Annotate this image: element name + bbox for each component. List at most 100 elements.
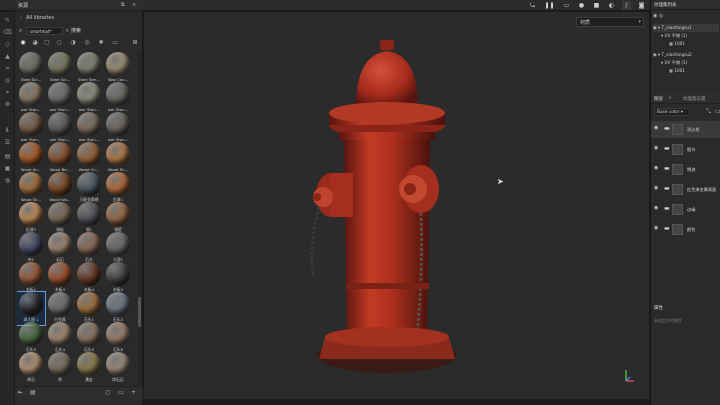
material-thumbnail[interactable]: Wood Sh... [17, 172, 45, 205]
assets-panel-icon[interactable]: ⇩ [3, 126, 12, 135]
layer-row[interactable]: ◉ ▬ 边缘 [651, 201, 720, 218]
3d-viewport[interactable]: 材质 ▾ ➤ [144, 12, 649, 399]
material-thumbnail[interactable]: wer Ston... [17, 82, 45, 115]
material-thumbnail[interactable]: 地板 [46, 202, 74, 235]
layer-row[interactable]: ◉ ▬ 消火栓 [651, 121, 720, 138]
paint-tool-icon[interactable]: ✎ [3, 16, 12, 25]
picker-tool-icon[interactable]: ⌖ [3, 88, 12, 97]
filter-mask-icon[interactable]: ◑ [69, 39, 77, 47]
reset-icon[interactable]: ⤿ [528, 1, 537, 10]
tab-layers[interactable]: 图层 [654, 96, 663, 102]
search-button[interactable]: 搜索 [71, 27, 81, 35]
material-thumbnail[interactable]: Steel Tam... [75, 52, 103, 85]
close-icon[interactable]: × [132, 2, 136, 8]
material-thumbnail[interactable]: wer Ston... [75, 82, 103, 115]
material-thumbnail[interactable]: wer Ston... [46, 82, 74, 115]
smudge-tool-icon[interactable]: ≈ [3, 64, 12, 73]
eye-icon[interactable]: ◉ [654, 226, 658, 231]
viewport-mode-icon[interactable]: ▭ [562, 1, 571, 10]
material-thumbnail[interactable]: 石头 [75, 232, 103, 265]
filter-material-icon[interactable]: ◕ [31, 39, 39, 47]
eye-icon[interactable]: ◉ [653, 52, 657, 57]
material-thumbnail[interactable]: Wood Wa... [46, 172, 74, 205]
material-thumbnail[interactable]: 白金属 [46, 292, 74, 325]
material-thumbnail[interactable]: 布1 [17, 232, 45, 265]
eraser-tool-icon[interactable]: ⌫ [3, 28, 12, 37]
camera-video-icon[interactable]: ■ [592, 1, 601, 10]
layer-row[interactable]: ◉ ▬ 锈迹 [651, 161, 720, 178]
material-thumbnail[interactable]: 石头5 [75, 322, 103, 355]
tile-row[interactable]: ▦ 1001 [653, 67, 719, 75]
import-icon[interactable]: ⇤ [18, 390, 23, 396]
eye-icon[interactable]: ◉ [654, 166, 658, 171]
material-thumbnail[interactable]: 墙壁 [104, 202, 132, 235]
clear-search-icon[interactable]: × [65, 27, 69, 35]
material-thumbnail[interactable]: 木板5 [104, 262, 132, 295]
material-thumbnail[interactable]: 石头1 [75, 292, 103, 325]
eye-icon[interactable]: ◉ [654, 206, 658, 211]
filter-generator-icon[interactable]: ✺ [97, 39, 105, 47]
material-thumbnail[interactable]: 万能金属锈 [75, 172, 103, 205]
material-thumbnail[interactable]: wer Ston... [46, 112, 74, 145]
material-thumbnail[interactable]: Wood Sh... [104, 142, 132, 175]
polygon-fill-icon[interactable]: ▲ [3, 52, 12, 61]
material-thumbnail[interactable]: 墙1 [75, 202, 103, 235]
eye-alt-icon[interactable]: ◎ [659, 13, 663, 19]
bake-tool-icon[interactable]: ⚙ [3, 100, 12, 109]
layer-row[interactable]: ◉ ▬ 细节 [651, 141, 720, 158]
search-input[interactable] [27, 27, 63, 35]
filter-all-icon[interactable]: ◉ [19, 39, 27, 47]
channel-select[interactable]: Base color ▾ [654, 108, 690, 116]
undock-icon[interactable]: ⧉ [121, 2, 125, 8]
filter-texture-icon[interactable]: ◎ [83, 39, 91, 47]
eye-icon[interactable]: ◉ [654, 186, 658, 191]
eye-icon[interactable]: ◉ [653, 25, 657, 30]
bake-icon[interactable]: ◐ [607, 1, 616, 10]
tile-row[interactable]: ▦ 1001 [653, 40, 719, 48]
projection-tool-icon[interactable]: ◇ [3, 40, 12, 49]
material-thumbnail[interactable]: 岩石 [46, 232, 74, 265]
sphere-view-icon[interactable]: ● [577, 1, 586, 10]
add-layer-icon[interactable]: ▭ [715, 108, 720, 116]
clone-tool-icon[interactable]: ◎ [3, 76, 12, 85]
add-icon[interactable]: + [131, 390, 136, 396]
material-thumbnail[interactable]: 砖 [46, 352, 74, 385]
tab-close-icon[interactable]: × [668, 96, 672, 101]
chevron-down-icon[interactable]: ▾ [658, 25, 660, 30]
material-thumbnail[interactable]: 旧漆2 [17, 202, 45, 235]
scrollbar-thumb[interactable] [138, 297, 141, 327]
material-thumbnail[interactable]: 润大理 1 [17, 291, 46, 326]
material-thumbnail[interactable]: wer Ston... [104, 112, 132, 145]
uv-row[interactable]: ▾ UV 平铺 (1) [653, 32, 719, 40]
material-thumbnail[interactable]: Wax Can... [104, 52, 132, 85]
grid-view-icon[interactable]: ⊞ [131, 39, 139, 47]
material-thumbnail[interactable]: 木板3 [46, 262, 74, 295]
material-thumbnail[interactable]: 旧漆1 [104, 172, 132, 205]
display-settings-icon[interactable]: ▣ [3, 164, 12, 173]
new-folder-icon[interactable]: ▭ [118, 390, 124, 396]
new-folder-circle-icon[interactable]: ○ [105, 390, 110, 396]
material-thumbnail[interactable]: Wood Ch... [75, 142, 103, 175]
material-thumbnail[interactable]: 石头4 [46, 322, 74, 355]
add-effect-icon[interactable]: ⤡ [706, 108, 711, 116]
library-icon[interactable]: ▤ [30, 390, 36, 396]
shader-settings-icon[interactable]: ◍ [3, 176, 12, 185]
material-thumbnail[interactable]: Wood Be... [46, 142, 74, 175]
layer-row[interactable]: ◉ ▬ 颜色 [651, 221, 720, 238]
pause-icon[interactable]: ❚❚ [544, 1, 554, 10]
material-thumbnail[interactable]: 石头3 [17, 322, 45, 355]
material-thumbnail[interactable]: 石头6 [104, 322, 132, 355]
uv-row[interactable]: ▾ UV 平铺 (1) [653, 59, 719, 67]
layers-panel-icon[interactable]: ☰ [3, 138, 12, 147]
material-thumbnail[interactable]: 黄金 [75, 352, 103, 385]
screenshot-camera-icon[interactable]: ◙ [637, 1, 646, 10]
material-thumbnail[interactable]: 木板4 [75, 262, 103, 295]
material-thumbnail[interactable]: 木板1 [17, 262, 45, 295]
eye-icon[interactable]: ◉ [653, 13, 657, 19]
texture-set-row[interactable]: ◉ ▾ T_xiaofangsu2 [653, 51, 719, 59]
material-thumbnail[interactable]: wer Ston... [75, 112, 103, 145]
eye-icon[interactable]: ◉ [654, 126, 658, 131]
material-thumbnail[interactable]: wer Ston... [104, 82, 132, 115]
breadcrumb[interactable]: › All libraries [20, 15, 54, 21]
filter-environment-icon[interactable]: ▭ [111, 39, 119, 47]
